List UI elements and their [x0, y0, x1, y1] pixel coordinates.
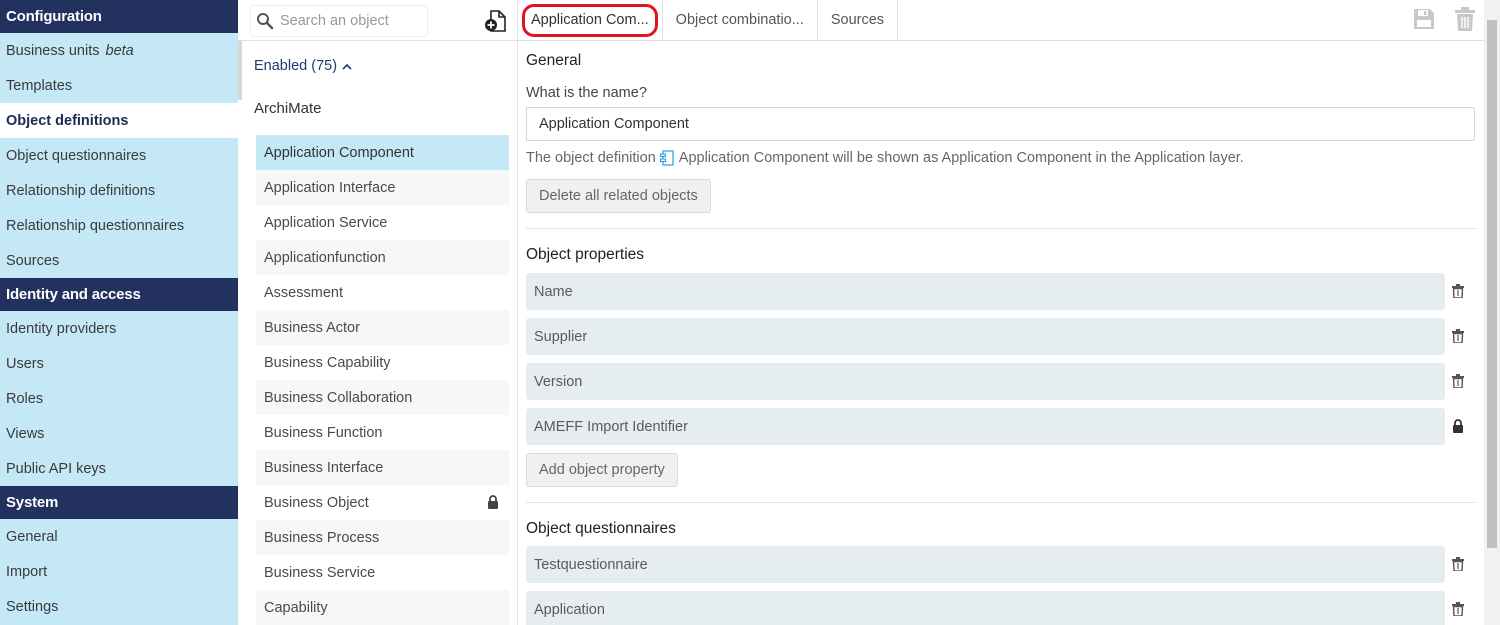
search-input[interactable]: Search an object [250, 5, 428, 37]
definition-info-text: The object definition Application Compon… [526, 150, 1244, 166]
nav-item-relationship-questionnaires[interactable]: Relationship questionnaires [0, 208, 238, 243]
divider [526, 502, 1476, 503]
nav-item-templates[interactable]: Templates [0, 68, 238, 103]
trash-icon[interactable] [1452, 329, 1464, 343]
nav-item-settings[interactable]: Settings [0, 589, 238, 624]
trash-icon[interactable] [1452, 374, 1464, 388]
property-row-ameff-import-identifier[interactable]: AMEFF Import Identifier [526, 408, 1463, 445]
questionnaire-row-testquestionnaire[interactable]: Testquestionnaire [526, 546, 1464, 583]
nav-item-relationship-definitions[interactable]: Relationship definitions [0, 173, 238, 208]
trash-icon[interactable] [1452, 557, 1464, 571]
save-icon[interactable] [1412, 7, 1436, 31]
nav-item-import[interactable]: Import [0, 554, 238, 589]
vertical-scrollbar[interactable] [1484, 0, 1500, 625]
list-item[interactable]: Business Process [256, 520, 509, 555]
search-icon [257, 13, 274, 30]
list-item-application-component[interactable]: Application Component [256, 135, 509, 170]
delete-related-objects-button[interactable]: Delete all related objects [526, 179, 711, 213]
list-item[interactable]: Application Service [256, 205, 509, 240]
property-row-name[interactable]: Name [526, 273, 1464, 310]
list-toolbar: Search an object [238, 0, 517, 41]
divider [526, 228, 1476, 229]
nav-item-roles[interactable]: Roles [0, 381, 238, 416]
name-input[interactable]: Application Component [526, 107, 1475, 141]
property-row-supplier[interactable]: Supplier [526, 318, 1464, 355]
application-component-icon [659, 150, 674, 166]
trash-icon[interactable] [1452, 602, 1464, 616]
list-item[interactable]: Business Interface [256, 450, 509, 485]
new-object-icon[interactable] [484, 9, 508, 33]
tab-sources[interactable]: Sources [818, 0, 899, 40]
editor-actions [1412, 7, 1476, 31]
object-properties-heading: Object properties [526, 246, 645, 263]
nav-item-identity-providers[interactable]: Identity providers [0, 311, 238, 346]
scrollbar-thumb[interactable] [1487, 20, 1497, 548]
list-item[interactable]: Capability [256, 590, 509, 625]
settings-sidebar: Configuration Business units beta Templa… [0, 0, 238, 625]
nav-item-object-definitions[interactable]: Object definitions [0, 103, 238, 138]
enabled-filter-toggle[interactable]: Enabled (75) [254, 58, 353, 74]
panel-resize-handle[interactable] [238, 40, 242, 100]
nav-item-sources[interactable]: Sources [0, 243, 238, 278]
object-definition-list: Application Component Application Interf… [256, 135, 509, 625]
list-item[interactable]: Business Function [256, 415, 509, 450]
object-list-panel: Search an object Enabled (75) ArchiMate … [238, 0, 518, 625]
lock-icon [1453, 419, 1463, 433]
list-item[interactable]: Applicationfunction [256, 240, 509, 275]
chevron-up-icon [342, 63, 352, 70]
delete-icon[interactable] [1454, 7, 1476, 31]
search-placeholder: Search an object [280, 13, 389, 29]
trash-icon[interactable] [1452, 284, 1464, 298]
tab-application-component[interactable]: Application Com... [518, 0, 663, 40]
list-item[interactable]: Application Interface [256, 170, 509, 205]
list-item[interactable]: Assessment [256, 275, 509, 310]
name-question-label: What is the name? [526, 85, 647, 101]
tab-object-combinations[interactable]: Object combinatio... [663, 0, 818, 40]
nav-item-public-api-keys[interactable]: Public API keys [0, 451, 238, 486]
list-item[interactable]: Business Actor [256, 310, 509, 345]
nav-section-configuration: Configuration [0, 0, 238, 33]
object-definition-editor: Application Com... Object combinatio... … [518, 0, 1500, 625]
list-item[interactable]: Business Service [256, 555, 509, 590]
list-item-business-object[interactable]: Business Object [256, 485, 509, 520]
nav-item-views[interactable]: Views [0, 416, 238, 451]
lock-icon [488, 495, 498, 509]
editor-tabs: Application Com... Object combinatio... … [518, 0, 1500, 41]
beta-badge: beta [105, 42, 134, 59]
object-questionnaires-heading: Object questionnaires [526, 520, 676, 537]
property-row-version[interactable]: Version [526, 363, 1464, 400]
nav-section-system: System [0, 486, 238, 519]
questionnaire-row-application[interactable]: Application [526, 591, 1464, 625]
nav-section-identity: Identity and access [0, 278, 238, 311]
list-item[interactable]: Business Collaboration [256, 380, 509, 415]
group-label-archimate: ArchiMate [254, 100, 322, 117]
general-heading: General [526, 52, 582, 69]
add-object-property-button[interactable]: Add object property [526, 453, 678, 487]
nav-item-general[interactable]: General [0, 519, 238, 554]
nav-item-business-units[interactable]: Business units beta [0, 33, 238, 68]
nav-item-object-questionnaires[interactable]: Object questionnaires [0, 138, 238, 173]
list-item[interactable]: Business Capability [256, 345, 509, 380]
nav-item-users[interactable]: Users [0, 346, 238, 381]
